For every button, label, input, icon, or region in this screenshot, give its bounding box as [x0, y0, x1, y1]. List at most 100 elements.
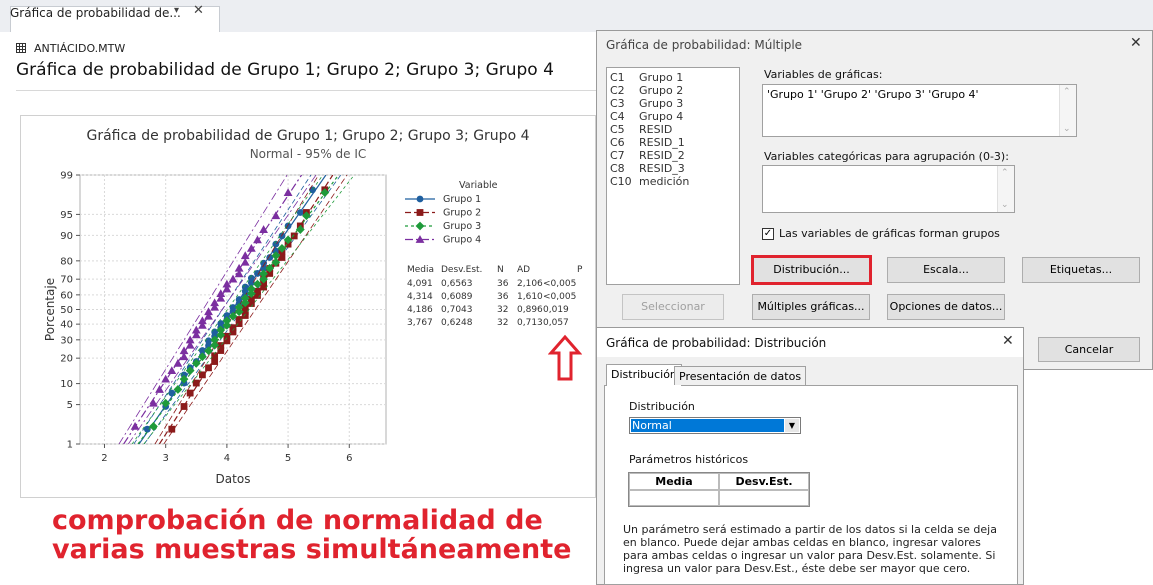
stats-cell: 4,091 — [407, 279, 433, 289]
scrollbar[interactable]: ⌃ ⌄ — [1059, 85, 1076, 136]
chart-subtitle: Normal - 95% de IC — [250, 147, 367, 161]
param-header-mean: Media — [629, 473, 719, 490]
y-tick-label: 20 — [60, 354, 73, 365]
y-tick-label: 50 — [60, 305, 73, 316]
close-icon[interactable]: ✕ — [1130, 35, 1142, 51]
distribution-selected-value: Normal — [631, 419, 784, 432]
x-axis-label: Datos — [216, 472, 251, 486]
y-tick-label: 80 — [60, 256, 73, 267]
legend-entry: Grupo 2 — [443, 208, 481, 219]
column-id: C7 — [610, 149, 625, 162]
tab-data-display[interactable]: Presentación de datos — [674, 366, 807, 385]
data-point — [415, 221, 425, 231]
column-id: C6 — [610, 136, 625, 149]
stats-header: P — [577, 265, 583, 275]
column-id: C2 — [610, 84, 625, 97]
column-name[interactable]: medición — [639, 175, 689, 188]
x-tick-label: 4 — [224, 453, 230, 464]
data-options-button[interactable]: Opciones de datos... — [887, 294, 1005, 320]
graph-variables-value: 'Grupo 1' 'Grupo 2' 'Grupo 3' 'Grupo 4' — [767, 88, 979, 101]
close-icon[interactable]: ✕ — [1002, 333, 1014, 349]
close-icon[interactable]: ✕ — [193, 3, 204, 18]
scrollbar[interactable]: ⌃ ⌄ — [997, 166, 1014, 212]
cancel-button[interactable]: Cancelar — [1038, 337, 1140, 362]
chevron-down-icon[interactable]: ▾ — [174, 5, 179, 16]
annotation-caption: comprobación de normalidad de varias mue… — [52, 506, 571, 564]
chevron-down-icon[interactable]: ▼ — [785, 419, 799, 432]
data-point — [205, 364, 212, 372]
param-header-sd: Desv.Est. — [719, 473, 809, 490]
historical-params-label: Parámetros históricos — [629, 453, 749, 466]
tab-distribution[interactable]: Distribución — [606, 364, 682, 386]
distribution-button[interactable]: Distribución... — [751, 255, 872, 285]
stats-cell: <0,005 — [543, 279, 576, 289]
y-tick-label: 5 — [67, 400, 73, 411]
param-mean-input[interactable] — [629, 490, 719, 506]
data-point — [168, 425, 176, 433]
labels-button[interactable]: Etiquetas... — [1022, 257, 1140, 283]
annotation-line-1: comprobación de normalidad de — [52, 505, 543, 536]
stats-cell: 0,7043 — [441, 305, 473, 315]
column-name[interactable]: RESID_2 — [639, 149, 685, 162]
up-arrow-icon — [548, 334, 582, 381]
x-tick-label: 5 — [285, 453, 291, 464]
column-name[interactable]: RESID — [639, 123, 672, 136]
data-point — [290, 232, 298, 240]
stats-header: Desv.Est. — [441, 265, 482, 275]
column-name[interactable]: Grupo 3 — [639, 97, 683, 110]
categorical-variables-label: Variables categóricas para agrupación (0… — [764, 150, 1009, 163]
x-tick-label: 2 — [101, 453, 107, 464]
categorical-variables-input[interactable]: ⌃ ⌄ — [762, 165, 1015, 213]
stats-cell: <0,005 — [543, 292, 576, 302]
column-id: C4 — [610, 110, 625, 123]
stats-cell: 0,6089 — [441, 292, 473, 302]
data-point — [205, 337, 212, 345]
y-tick-label: 10 — [60, 379, 73, 390]
stats-cell: 0,713 — [517, 318, 543, 328]
worksheet-icon — [16, 43, 26, 53]
column-name[interactable]: Grupo 2 — [639, 84, 683, 97]
data-point — [296, 209, 304, 216]
distribution-label: Distribución — [629, 400, 695, 413]
param-sd-input[interactable] — [719, 490, 809, 506]
scale-button[interactable]: Escala... — [887, 257, 1005, 283]
graph-variables-input[interactable]: 'Grupo 1' 'Grupo 2' 'Grupo 3' 'Grupo 4' … — [762, 84, 1077, 137]
select-button[interactable]: Seleccionar — [622, 294, 724, 320]
column-name[interactable]: Grupo 1 — [639, 71, 683, 84]
tab-title[interactable]: Gráfica de probabilidad de... — [10, 6, 181, 20]
column-name[interactable]: RESID_1 — [639, 136, 685, 149]
multiple-graphs-button[interactable]: Múltiples gráficas... — [752, 294, 870, 320]
data-point — [180, 403, 188, 410]
column-id: C8 — [610, 162, 625, 175]
y-tick-label: 90 — [60, 231, 73, 242]
data-point — [186, 389, 194, 397]
y-tick-label: 30 — [60, 335, 73, 346]
column-name[interactable]: Grupo 4 — [639, 110, 683, 123]
data-point — [416, 209, 424, 216]
y-tick-label: 70 — [60, 275, 73, 286]
distribution-select[interactable]: Normal ▼ — [629, 417, 801, 434]
probability-plot-panel: Gráfica de probabilidad de Grupo 1; Grup… — [20, 115, 596, 498]
column-name[interactable]: RESID_3 — [639, 162, 685, 175]
stats-cell: 0,057 — [543, 318, 569, 328]
groups-checkbox-label: Las variables de gráficas forman grupos — [779, 227, 1000, 240]
stats-cell: 2,106 — [517, 279, 543, 289]
stats-cell: 0,6563 — [441, 279, 473, 289]
stats-cell: 36 — [497, 279, 509, 289]
y-tick-label: 60 — [60, 290, 73, 301]
worksheet-file-name: ANTIÁCIDO.MTW — [34, 42, 126, 55]
column-id: C5 — [610, 123, 625, 136]
params-table: Media Desv.Est. — [628, 472, 810, 507]
stats-cell: 32 — [497, 305, 508, 315]
help-text: Un parámetro será estimado a partir de l… — [623, 523, 997, 575]
column-id: C10 — [610, 175, 632, 188]
y-tick-label: 1 — [67, 440, 73, 451]
stats-cell: 4,186 — [407, 305, 433, 315]
graph-variables-label: Variables de gráficas: — [764, 68, 883, 81]
data-point — [192, 379, 200, 387]
column-id: C1 — [610, 71, 625, 84]
column-list[interactable]: C1 Grupo 1 C2 Grupo 2 C3 Grupo 3 C4 Grupo 4 C5 RE… — [606, 67, 740, 285]
stats-cell: 0,019 — [543, 305, 569, 315]
stats-header: Media — [407, 265, 434, 275]
groups-checkbox[interactable]: ✓ — [762, 228, 774, 240]
